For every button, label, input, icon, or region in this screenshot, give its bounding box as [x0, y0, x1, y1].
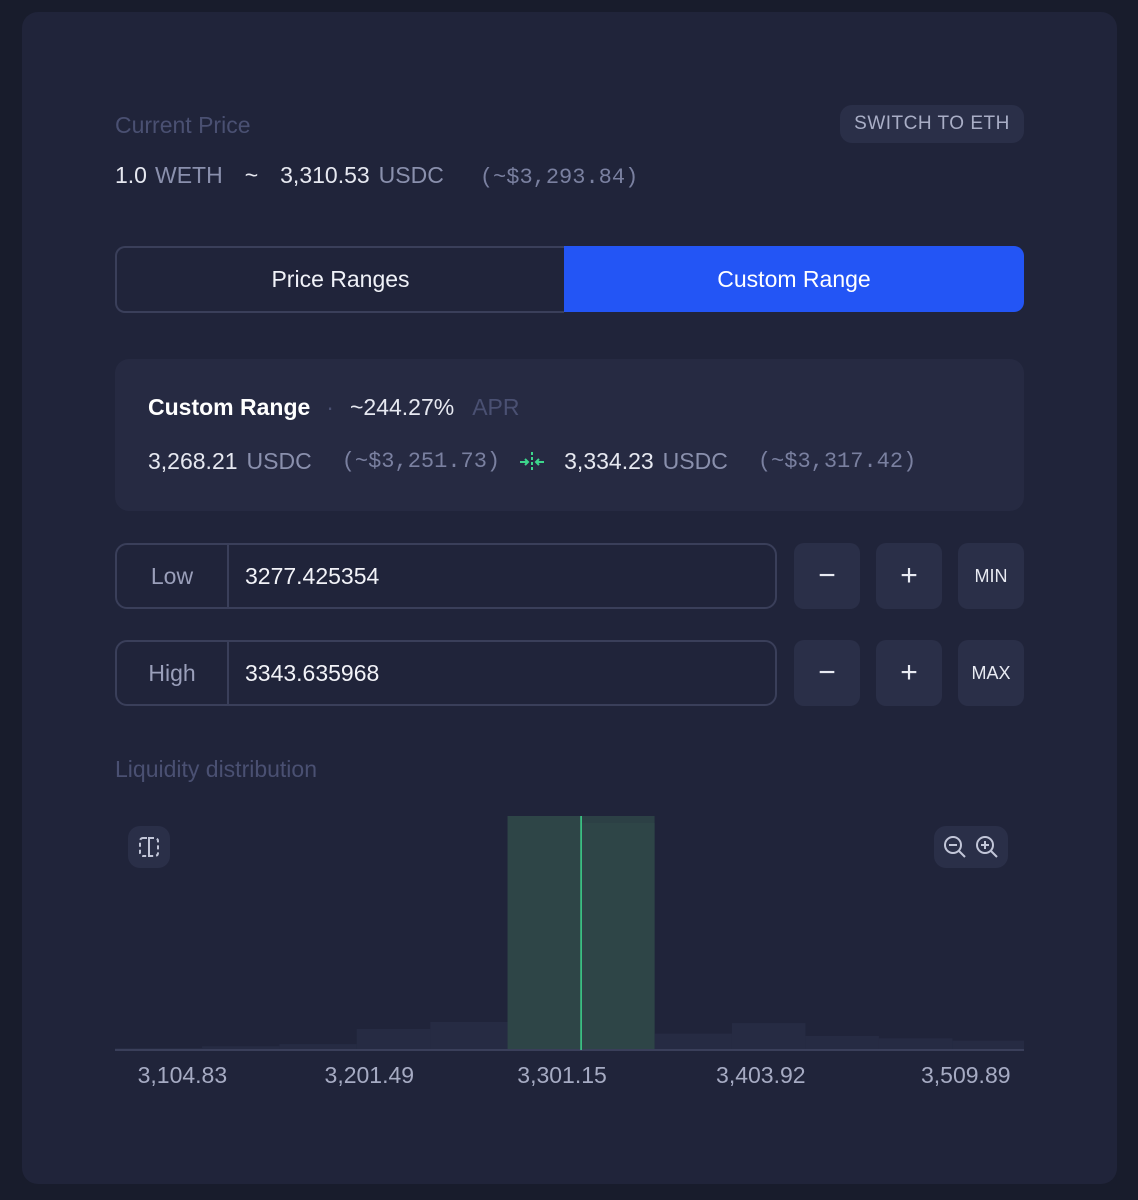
liquidity-chart[interactable] — [115, 812, 1024, 1054]
minus-icon: − — [818, 559, 836, 592]
liquidity-distribution-label: Liquidity distribution — [115, 756, 318, 782]
switch-to-eth-button[interactable]: SWITCH TO ETH — [840, 105, 1024, 143]
apr-label: APR — [472, 394, 520, 420]
zoom-controls — [934, 826, 1008, 868]
range-low-token: USDC — [246, 448, 312, 474]
quote-amount: 3,310.53 — [280, 162, 370, 188]
low-price-field: Low — [115, 543, 777, 609]
liquidity-bar — [731, 1023, 806, 1050]
x-tick-label: 3,201.49 — [324, 1062, 415, 1088]
tab-custom-range[interactable]: Custom Range — [564, 246, 1024, 312]
range-low-usd: (~$3,251.73) — [341, 449, 501, 474]
liquidity-bar — [952, 1040, 1024, 1050]
current-price-label: Current Price — [115, 112, 251, 138]
arrows-inward-icon — [518, 450, 546, 474]
liquidity-bar — [430, 1021, 508, 1050]
low-increment-button[interactable]: + — [876, 543, 942, 609]
quote-token: USDC — [378, 162, 444, 188]
high-price-input[interactable] — [229, 642, 775, 704]
max-button[interactable]: MAX — [958, 640, 1024, 706]
liquidity-panel: Current Price SWITCH TO ETH 1.0 WETH ~ 3… — [22, 12, 1117, 1184]
plus-icon: + — [900, 559, 918, 592]
high-decrement-button[interactable]: − — [794, 640, 860, 706]
separator-dot: · — [326, 394, 334, 420]
zoom-out-icon[interactable] — [942, 834, 968, 860]
zoom-in-icon[interactable] — [974, 834, 1000, 860]
range-high-token: USDC — [662, 448, 728, 474]
plus-icon: + — [900, 656, 918, 689]
liquidity-bar — [356, 1028, 431, 1050]
range-summary-box: Custom Range · ~244.27% APR 3,268.21 USD… — [115, 359, 1024, 511]
tab-price-ranges[interactable]: Price Ranges — [115, 246, 564, 313]
high-increment-button[interactable]: + — [876, 640, 942, 706]
x-tick-label: 3,403.92 — [716, 1062, 806, 1088]
x-tick-label: 3,104.83 — [137, 1062, 228, 1088]
range-high-usd: (~$3,317.42) — [757, 449, 917, 474]
high-label: High — [117, 642, 229, 704]
min-button[interactable]: MIN — [958, 543, 1024, 609]
current-price-row: 1.0 WETH ~ 3,310.53 USDC (~$3,293.84) — [115, 162, 638, 190]
base-token: WETH — [154, 162, 223, 188]
apr-value: ~244.27% — [349, 394, 455, 420]
liquidity-bar — [805, 1035, 879, 1050]
minus-icon: − — [818, 656, 836, 689]
low-decrement-button[interactable]: − — [794, 543, 860, 609]
range-bounds-row: 3,268.21 USDC (~$3,251.73) 3,334.23 USDC… — [148, 448, 916, 475]
current-price-usd: (~$3,293.84) — [479, 165, 639, 190]
split-view-icon[interactable] — [128, 826, 170, 868]
approx-separator: ~ — [244, 162, 259, 188]
range-low-amount: 3,268.21 — [148, 448, 238, 474]
x-tick-label: 3,509.89 — [921, 1062, 1011, 1088]
liquidity-bar — [654, 1033, 732, 1050]
range-summary-header: Custom Range · ~244.27% APR — [148, 394, 520, 421]
range-title: Custom Range — [148, 394, 311, 420]
base-amount: 1.0 — [115, 162, 147, 188]
liquidity-bar — [878, 1038, 953, 1050]
low-label: Low — [117, 545, 229, 607]
range-high-amount: 3,334.23 — [564, 448, 654, 474]
x-tick-label: 3,301.15 — [517, 1062, 607, 1088]
high-price-field: High — [115, 640, 777, 706]
low-price-input[interactable] — [229, 545, 775, 607]
